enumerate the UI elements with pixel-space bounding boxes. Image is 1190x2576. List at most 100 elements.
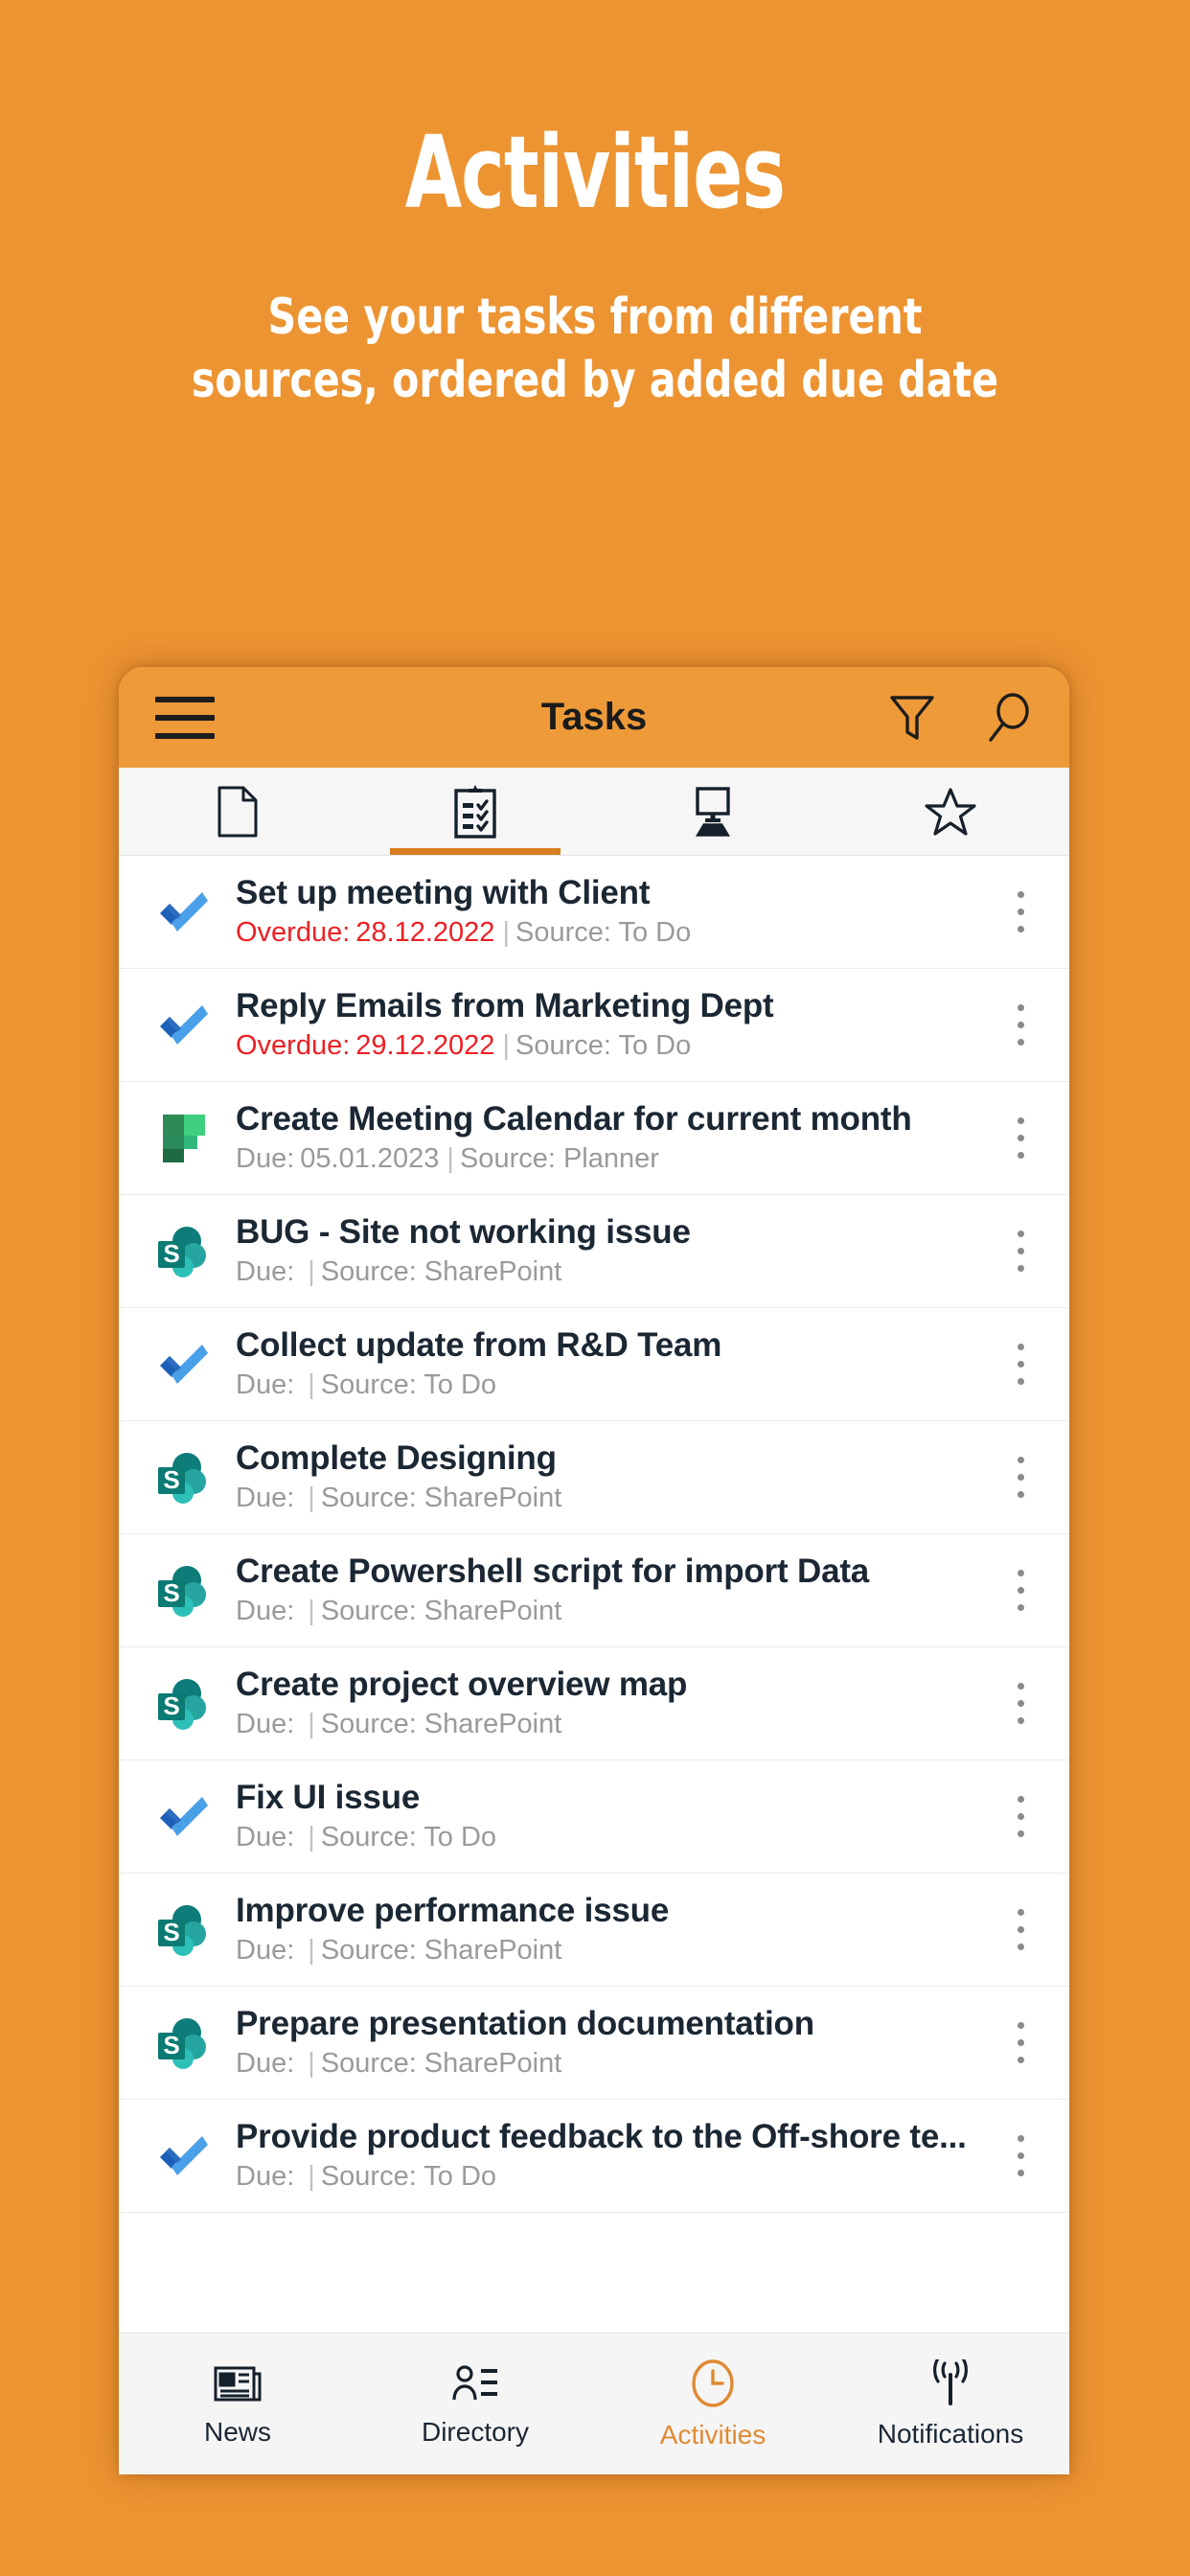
task-source: Source: To Do bbox=[320, 1369, 497, 1401]
table-row[interactable]: S BUG - Site not working issue Due: | Sour… bbox=[119, 1195, 1069, 1308]
task-title: Improve performance issue bbox=[236, 1892, 670, 1930]
kebab-menu-icon[interactable] bbox=[1004, 1099, 1037, 1178]
task-meta: Due: | Source: SharePoint bbox=[236, 1483, 1004, 1514]
table-row[interactable]: S Complete Designing Due: | Source: ShareP… bbox=[119, 1421, 1069, 1534]
task-content: Create Powershell script for import Data… bbox=[220, 1552, 1004, 1628]
microsoft-todo-icon bbox=[148, 1328, 220, 1401]
table-row[interactable]: Create Meeting Calendar for current mont… bbox=[119, 1082, 1069, 1195]
nav-item-directory[interactable]: Directory bbox=[356, 2334, 594, 2474]
page-subtitle: See your tasks from different sources, o… bbox=[191, 288, 999, 410]
microsoft-sharepoint-icon: S bbox=[148, 2007, 220, 2080]
nav-item-notifications[interactable]: Notifications bbox=[832, 2334, 1069, 2474]
app-bar: Tasks bbox=[119, 667, 1069, 768]
svg-text:S: S bbox=[163, 2031, 179, 2059]
due-label: Due: bbox=[236, 1483, 295, 1514]
task-source: Source: SharePoint bbox=[320, 1709, 562, 1740]
kebab-menu-icon[interactable] bbox=[1004, 1778, 1037, 1856]
meta-separator: | bbox=[308, 1709, 315, 1740]
meta-separator: | bbox=[308, 1935, 315, 1966]
kebab-menu-icon[interactable] bbox=[1004, 1325, 1037, 1404]
microsoft-sharepoint-icon: S bbox=[148, 1894, 220, 1966]
task-meta: Due: | Source: SharePoint bbox=[236, 1256, 1004, 1288]
table-row[interactable]: S Improve performance issue Due: | Source:… bbox=[119, 1874, 1069, 1987]
microsoft-todo-icon bbox=[148, 1781, 220, 1853]
table-row[interactable]: Reply Emails from Marketing Dept Overdue… bbox=[119, 969, 1069, 1082]
microsoft-todo-icon bbox=[148, 989, 220, 1062]
task-source: Source: To Do bbox=[515, 917, 692, 949]
nav-item-activities[interactable]: Activities bbox=[594, 2334, 832, 2474]
nav-label: News bbox=[203, 2416, 271, 2447]
due-value: 29.12.2022 bbox=[355, 1030, 495, 1062]
due-label: Due: bbox=[236, 2048, 295, 2080]
table-row[interactable]: Fix UI issue Due: | Source: To Do bbox=[119, 1760, 1069, 1874]
kebab-menu-icon[interactable] bbox=[1004, 2004, 1037, 2082]
task-source: Source: SharePoint bbox=[320, 1935, 562, 1966]
microsoft-planner-icon bbox=[148, 1102, 220, 1175]
task-source: Source: SharePoint bbox=[320, 1256, 562, 1288]
svg-text:S: S bbox=[163, 1918, 179, 1946]
kebab-menu-icon[interactable] bbox=[1004, 986, 1037, 1065]
filter-icon[interactable] bbox=[889, 693, 935, 743]
task-content: Create Meeting Calendar for current mont… bbox=[220, 1100, 1004, 1176]
meta-separator: | bbox=[308, 2161, 315, 2193]
kebab-menu-icon[interactable] bbox=[1004, 2117, 1037, 2196]
task-content: Collect update from R&D Team Due: | Source… bbox=[220, 1326, 1004, 1402]
kebab-menu-icon[interactable] bbox=[1004, 1891, 1037, 1969]
table-row[interactable]: Collect update from R&D Team Due: | Source… bbox=[119, 1308, 1069, 1421]
tab-desktop[interactable] bbox=[594, 768, 832, 855]
task-meta: Due: 05.01.2023 | Source: Planner bbox=[236, 1143, 1004, 1175]
kebab-menu-icon[interactable] bbox=[1004, 1552, 1037, 1630]
kebab-menu-icon[interactable] bbox=[1004, 1438, 1037, 1517]
task-source: Source: To Do bbox=[320, 2161, 497, 2193]
kebab-menu-icon[interactable] bbox=[1004, 1212, 1037, 1291]
hamburger-menu-icon[interactable] bbox=[155, 696, 215, 739]
nav-label: Notifications bbox=[877, 2418, 1024, 2449]
task-list[interactable]: Set up meeting with Client Overdue: 28.12… bbox=[119, 856, 1069, 2333]
person-list-icon bbox=[450, 2361, 500, 2405]
task-title: Set up meeting with Client bbox=[236, 874, 651, 912]
task-source: Source: To Do bbox=[320, 1822, 497, 1853]
nav-label: Activities bbox=[659, 2419, 767, 2450]
due-label: Due: bbox=[236, 1709, 295, 1740]
due-label: Due: bbox=[236, 1256, 295, 1288]
task-title: Create project overview map bbox=[236, 1666, 688, 1704]
star-icon bbox=[925, 786, 976, 838]
task-title: Reply Emails from Marketing Dept bbox=[236, 987, 774, 1025]
search-icon[interactable] bbox=[985, 692, 1033, 744]
clock-icon bbox=[690, 2358, 736, 2408]
table-row[interactable]: S Prepare presentation documentation Due… bbox=[119, 1987, 1069, 2100]
table-row[interactable]: S Create project overview map Due: | Sourc… bbox=[119, 1647, 1069, 1760]
due-value: 05.01.2023 bbox=[300, 1143, 440, 1175]
task-title: Create Meeting Calendar for current mont… bbox=[236, 1100, 912, 1138]
tab-documents[interactable] bbox=[119, 768, 356, 855]
svg-text:S: S bbox=[163, 1239, 179, 1268]
task-meta: Due: | Source: SharePoint bbox=[236, 1935, 1004, 1966]
meta-separator: | bbox=[308, 1483, 315, 1514]
task-meta: Due: | Source: To Do bbox=[236, 1369, 1004, 1401]
table-row[interactable]: Set up meeting with Client Overdue: 28.12… bbox=[119, 856, 1069, 969]
microsoft-sharepoint-icon: S bbox=[148, 1668, 220, 1740]
monitor-icon bbox=[685, 786, 741, 838]
task-meta: Due: | Source: To Do bbox=[236, 1822, 1004, 1853]
task-meta: Overdue: 28.12.2022 | Source: To Do bbox=[236, 917, 1004, 949]
nav-item-news[interactable]: News bbox=[119, 2334, 356, 2474]
bottom-navigation: News Directory Activities Notifications bbox=[119, 2333, 1069, 2474]
microsoft-sharepoint-icon: S bbox=[148, 1215, 220, 1288]
nav-label: Directory bbox=[421, 2416, 529, 2447]
tab-favorites[interactable] bbox=[832, 768, 1069, 855]
task-content: BUG - Site not working issue Due: | Source… bbox=[220, 1213, 1004, 1289]
svg-text:S: S bbox=[163, 1691, 179, 1720]
table-row[interactable]: S Create Powershell script for import Da… bbox=[119, 1534, 1069, 1647]
task-source: Source: Planner bbox=[459, 1143, 659, 1175]
task-meta: Due: | Source: SharePoint bbox=[236, 1709, 1004, 1740]
kebab-menu-icon[interactable] bbox=[1004, 873, 1037, 952]
meta-separator: | bbox=[308, 1822, 315, 1853]
tab-tasks[interactable] bbox=[356, 768, 594, 855]
kebab-menu-icon[interactable] bbox=[1004, 1665, 1037, 1743]
task-title: Provide product feedback to the Off-shor… bbox=[236, 2118, 967, 2156]
svg-text:S: S bbox=[163, 1578, 179, 1607]
task-source: Source: SharePoint bbox=[320, 2048, 562, 2080]
task-source: Source: SharePoint bbox=[320, 1483, 562, 1514]
due-label: Due: bbox=[236, 1596, 295, 1627]
table-row[interactable]: Provide product feedback to the Off-shor… bbox=[119, 2100, 1069, 2213]
